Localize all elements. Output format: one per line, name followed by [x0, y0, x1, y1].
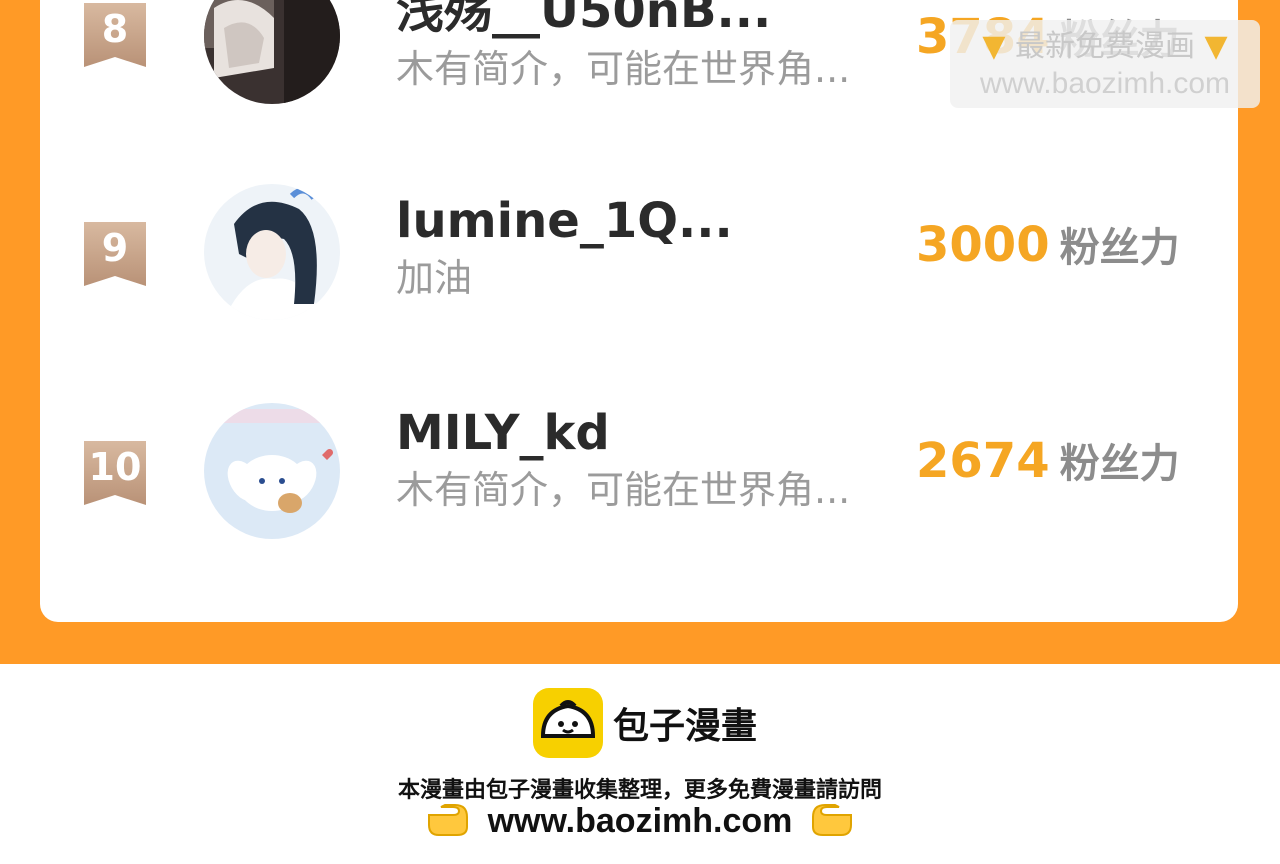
- avatar[interactable]: [204, 184, 340, 320]
- watermark-line2: www.baozimh.com: [979, 67, 1231, 100]
- score-unit: 粉丝力: [1059, 441, 1180, 487]
- hand-pointing-icon: ▼: [1204, 29, 1228, 64]
- user-bio: 加油: [396, 256, 473, 300]
- rank-badge-icon: 9: [84, 222, 146, 286]
- rank-number: 8: [101, 7, 129, 51]
- score-value: 2674: [916, 433, 1050, 489]
- ranking-row[interactable]: 10 MILY_kd 木有简介，可能在世界角... 2674 粉丝力: [40, 403, 1238, 596]
- brand-name: 包子漫畫: [613, 706, 758, 747]
- rank-number: 9: [101, 226, 129, 270]
- footer-url-link[interactable]: www.baozimh.com: [488, 802, 793, 840]
- ranking-row[interactable]: 9 lumine_1Q... 加油 3000 粉丝力: [40, 184, 1238, 378]
- hand-pointing-icon: ▼: [982, 29, 1006, 64]
- hand-pointing-left-icon: [811, 803, 853, 841]
- user-bio: 木有简介，可能在世界角...: [396, 47, 851, 91]
- rank-number: 10: [88, 445, 142, 489]
- user-name[interactable]: lumine_1Q...: [396, 192, 733, 250]
- user-name[interactable]: MILY_kd: [396, 404, 610, 462]
- user-name[interactable]: 浅殇__U50nB...: [396, 0, 771, 40]
- brand[interactable]: 包子漫畫: [533, 688, 757, 758]
- score-unit: 粉丝力: [1059, 225, 1180, 271]
- watermark-line1: 最新免费漫画: [1015, 29, 1195, 64]
- user-bio: 木有简介，可能在世界角...: [396, 468, 851, 512]
- rank-badge-icon: 10: [84, 441, 146, 505]
- rank-badge-icon: 8: [84, 3, 146, 67]
- hand-pointing-right-icon: [427, 803, 469, 841]
- watermark: ▼ 最新免费漫画 ▼ www.baozimh.com: [950, 20, 1260, 108]
- score: 2674 粉丝力: [916, 432, 1180, 501]
- baozi-bun-logo-icon: [533, 688, 603, 758]
- score: 3000 粉丝力: [916, 216, 1180, 285]
- avatar[interactable]: [204, 0, 340, 104]
- avatar[interactable]: [204, 403, 340, 539]
- score-value: 3000: [916, 217, 1050, 273]
- footer-url-row: www.baozimh.com: [0, 802, 1280, 841]
- footer: 包子漫畫 本漫畫由包子漫畫收集整理，更多免費漫畫請訪問 www.baozimh.…: [0, 664, 1280, 864]
- footer-note: 本漫畫由包子漫畫收集整理，更多免費漫畫請訪問: [397, 778, 882, 803]
